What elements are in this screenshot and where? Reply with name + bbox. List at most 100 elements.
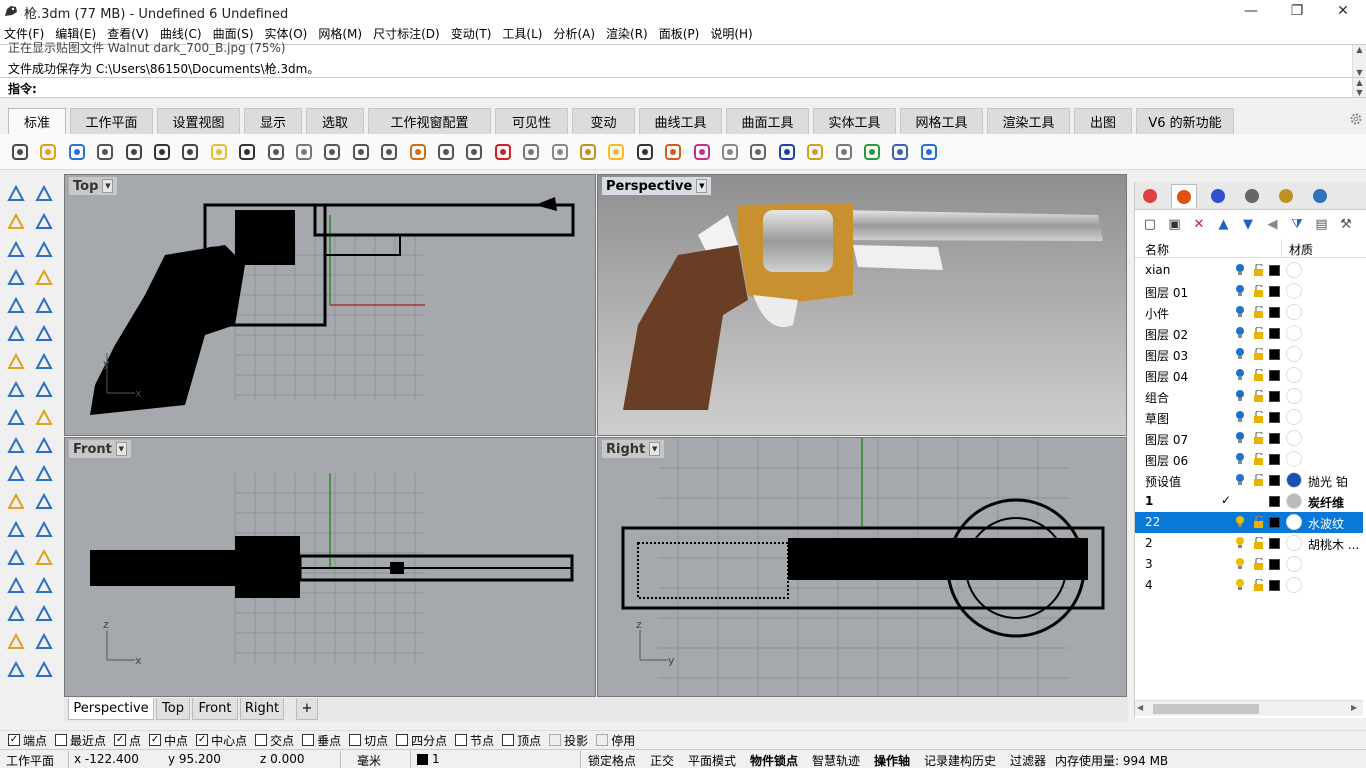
pen-icon[interactable] — [1239, 184, 1265, 208]
material-swatch[interactable] — [1286, 493, 1302, 509]
tab-6[interactable]: 工作视窗配置 — [368, 108, 491, 134]
layer-row[interactable]: 图层 06 — [1135, 449, 1363, 470]
cplane-icon[interactable] — [576, 140, 600, 164]
tab-1[interactable]: 标准 — [8, 108, 66, 134]
lock-icon[interactable] — [633, 140, 657, 164]
gumball-toggle[interactable]: 操作轴 — [874, 752, 910, 768]
new-file-icon[interactable] — [8, 140, 32, 164]
layer-color-swatch[interactable] — [1269, 496, 1280, 507]
viewport-title-perspective[interactable]: Perspective ▼ — [602, 177, 712, 195]
extrude-icon[interactable] — [4, 378, 28, 402]
osnap-checkbox[interactable]: ✓ — [196, 734, 209, 746]
minimize-button[interactable]: — — [1228, 0, 1274, 22]
paste-icon[interactable] — [207, 140, 231, 164]
viewport-tab-right[interactable]: Right — [240, 698, 284, 720]
layer-row[interactable]: 图层 03 — [1135, 344, 1363, 365]
layer-tools-icon[interactable]: ▤ — [1313, 215, 1331, 233]
tab-14[interactable]: 出图 — [1074, 108, 1132, 134]
pan-icon[interactable] — [264, 140, 288, 164]
material-swatch[interactable] — [1286, 430, 1302, 446]
layer-list-scrollbar[interactable]: ◀ ▶ — [1135, 700, 1363, 716]
zoom-window-icon[interactable] — [349, 140, 373, 164]
light-bulb-icon[interactable] — [1235, 284, 1245, 298]
lock-icon[interactable] — [32, 658, 56, 682]
grasshopper-icon[interactable] — [860, 140, 884, 164]
display-icon[interactable] — [1205, 184, 1231, 208]
explode-icon[interactable] — [32, 462, 56, 486]
material-swatch[interactable] — [1286, 514, 1302, 530]
align-icon[interactable] — [32, 434, 56, 458]
undo-icon[interactable] — [235, 140, 259, 164]
group-icon[interactable] — [4, 574, 28, 598]
light-bulb-icon[interactable] — [1235, 305, 1245, 319]
named-views-icon[interactable] — [519, 140, 543, 164]
select-icon[interactable] — [4, 182, 28, 206]
material-swatch[interactable] — [1286, 367, 1302, 383]
layer-row[interactable]: 22 水波纹 — [1135, 512, 1363, 533]
trim-icon[interactable] — [4, 490, 28, 514]
help-icon[interactable] — [917, 140, 941, 164]
rotate-icon[interactable] — [32, 546, 56, 570]
zoom-extents-icon[interactable] — [377, 140, 401, 164]
material-swatch[interactable] — [1286, 304, 1302, 320]
menu-item[interactable]: 尺寸标注(D) — [373, 25, 440, 42]
light-bulb-icon[interactable] — [1235, 347, 1245, 361]
move-view-icon[interactable] — [292, 140, 316, 164]
history-toggle[interactable]: 记录建构历史 — [924, 752, 996, 768]
light-bulb-icon[interactable] — [604, 140, 628, 164]
layer-color-swatch[interactable] — [1269, 559, 1280, 570]
osnap-1[interactable]: ✓ 端点 — [8, 732, 47, 749]
car-icon[interactable] — [491, 140, 515, 164]
osnap-5[interactable]: ✓ 中心点 — [196, 732, 247, 749]
pencil-icon[interactable] — [32, 406, 56, 430]
polygon-icon[interactable] — [4, 294, 28, 318]
light-bulb-icon[interactable] — [1235, 326, 1245, 340]
osnap-checkbox[interactable] — [455, 734, 468, 746]
command-history-scrollbar[interactable]: ▲ ▼ — [1352, 45, 1366, 77]
lock-open-icon[interactable] — [1253, 284, 1265, 297]
move-left-icon[interactable]: ◀ — [1264, 215, 1282, 233]
osnap-3[interactable]: ✓ 点 — [114, 732, 141, 749]
scale-icon[interactable] — [32, 518, 56, 542]
render-settings-icon[interactable] — [1307, 184, 1333, 208]
hammer-icon[interactable]: ⚒ — [1337, 215, 1355, 233]
lock-open-icon[interactable] — [1253, 557, 1265, 570]
four-views-icon[interactable] — [462, 140, 486, 164]
material-swatch[interactable] — [1286, 577, 1302, 593]
box-edit-icon[interactable] — [4, 630, 28, 654]
open-file-icon[interactable] — [36, 140, 60, 164]
color-wheel-icon[interactable] — [1137, 184, 1163, 208]
viewport-title-top[interactable]: Top ▼ — [69, 177, 118, 195]
osnap-2[interactable]: 最近点 — [55, 732, 106, 749]
smarttrack-toggle[interactable]: 智慧轨迹 — [812, 752, 860, 768]
python-icon[interactable] — [888, 140, 912, 164]
viewport-perspective[interactable]: Perspective ▼ — [597, 174, 1127, 436]
layer-color-swatch[interactable] — [1269, 580, 1280, 591]
osnap-checkbox[interactable] — [502, 734, 515, 746]
osnap-checkbox[interactable]: ✓ — [149, 734, 162, 746]
osnap-checkbox[interactable] — [349, 734, 362, 746]
revolve-icon[interactable] — [32, 322, 56, 346]
osnap-checkbox[interactable] — [549, 734, 562, 746]
fillet-icon[interactable] — [32, 294, 56, 318]
material-swatch[interactable] — [1286, 283, 1302, 299]
sphere-icon[interactable] — [32, 350, 56, 374]
gear-icon[interactable] — [1349, 112, 1363, 126]
lock-open-icon[interactable] — [1253, 578, 1265, 591]
new-layer-icon[interactable]: ▢ — [1141, 215, 1159, 233]
tab-8[interactable]: 变动 — [572, 108, 635, 134]
material-swatch[interactable] — [1286, 346, 1302, 362]
lock-open-icon[interactable] — [1253, 389, 1265, 402]
menu-item[interactable]: 网格(M) — [318, 25, 362, 42]
viewport-title-front[interactable]: Front ▼ — [69, 440, 131, 458]
lock-open-icon[interactable] — [1253, 263, 1265, 276]
osnap-checkbox[interactable] — [596, 734, 609, 746]
material-swatch[interactable] — [1286, 556, 1302, 572]
tab-12[interactable]: 网格工具 — [900, 108, 983, 134]
viewport-right[interactable]: z y Right ▼ — [597, 437, 1127, 697]
light-bulb-icon[interactable] — [1235, 431, 1245, 445]
grid-snap-toggle[interactable]: 锁定格点 — [588, 752, 636, 768]
light-bulb-icon[interactable] — [1235, 515, 1245, 529]
text-icon[interactable] — [4, 518, 28, 542]
tab-13[interactable]: 渲染工具 — [987, 108, 1070, 134]
